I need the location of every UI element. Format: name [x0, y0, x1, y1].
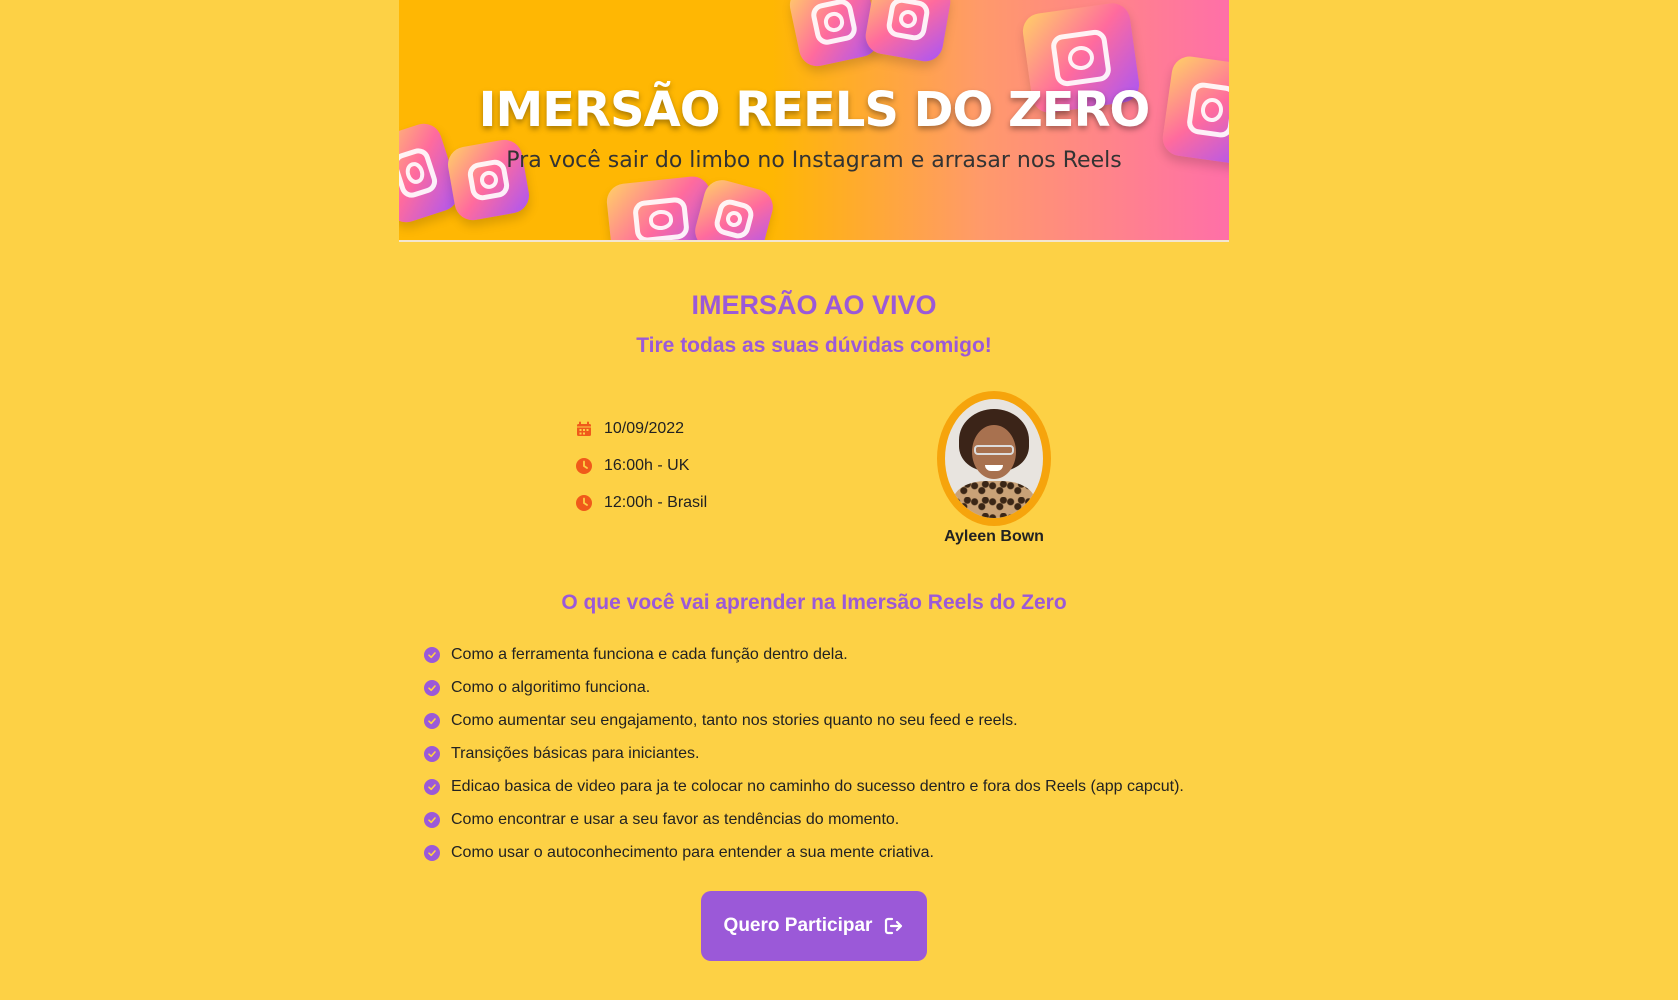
avatar [945, 399, 1043, 518]
check-circle-icon [424, 811, 440, 828]
list-item: Como a ferramenta funciona e cada função… [424, 638, 1184, 671]
event-date: 10/09/2022 [576, 420, 684, 438]
list-item: Transições básicas para iniciantes. [424, 737, 1184, 770]
quero-participar-button[interactable]: Quero Participar [701, 891, 927, 961]
sign-out-icon [885, 917, 903, 935]
check-circle-icon [424, 679, 440, 696]
event-time-brasil-text: 12:00h - Brasil [604, 494, 708, 511]
list-item: Como usar o autoconhecimento para entend… [424, 836, 1184, 869]
page-title: IMERSÃO AO VIVO [691, 290, 937, 320]
check-circle-icon [424, 745, 440, 762]
check-circle-icon [424, 778, 440, 795]
list-item: Como encontrar e usar a seu favor as ten… [424, 803, 1184, 836]
learn-section-title: O que você vai aprender na Imersão Reels… [561, 591, 1067, 614]
banner-subtitle: Pra você sair do limbo no Instagram e ar… [506, 148, 1122, 173]
list-item-text: Transições básicas para iniciantes. [451, 744, 700, 762]
learn-list: Como a ferramenta funciona e cada função… [424, 638, 1184, 869]
banner-title: IMERSÃO REELS DO ZERO [478, 82, 1151, 138]
clock-icon [576, 495, 592, 511]
hero-banner: IMERSÃO REELS DO ZERO Pra você sair do l… [399, 0, 1229, 242]
list-item: Como o algoritimo funciona. [424, 671, 1184, 704]
page-subtitle: Tire todas as suas dúvidas comigo! [636, 334, 992, 357]
clock-icon [576, 458, 592, 474]
speaker-name: Ayleen Bown [944, 528, 1044, 545]
calendar-icon [577, 421, 591, 436]
list-item-text: Como aumentar seu engajamento, tanto nos… [451, 711, 1018, 729]
list-item-text: Como usar o autoconhecimento para entend… [451, 843, 934, 861]
list-item-text: Como encontrar e usar a seu favor as ten… [451, 810, 900, 828]
check-circle-icon [424, 844, 440, 861]
check-circle-icon [424, 646, 440, 663]
cta-label: Quero Participar [723, 915, 873, 936]
list-item-text: Como a ferramenta funciona e cada função… [451, 645, 848, 663]
speaker-avatar-ring [937, 391, 1051, 526]
event-time-uk-text: 16:00h - UK [604, 457, 690, 474]
event-date-text: 10/09/2022 [604, 420, 685, 437]
event-time-uk: 16:00h - UK [576, 457, 689, 475]
list-item: Edicao basica de video para ja te coloca… [424, 770, 1184, 803]
check-circle-icon [424, 712, 440, 729]
event-time-brasil: 12:00h - Brasil [576, 494, 707, 512]
list-item-text: Edicao basica de video para ja te coloca… [451, 777, 1184, 795]
list-item: Como aumentar seu engajamento, tanto nos… [424, 704, 1184, 737]
instagram-cube-icon [862, 0, 954, 65]
list-item-text: Como o algoritimo funciona. [451, 678, 651, 696]
